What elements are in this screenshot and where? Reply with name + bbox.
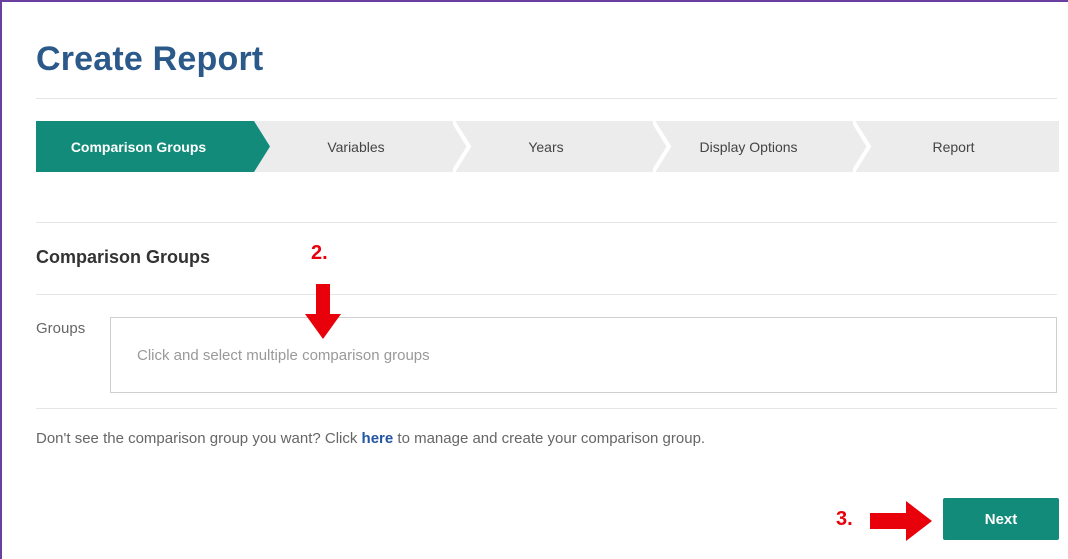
annotation-step-3-label: 3. [836, 508, 853, 530]
manage-groups-link[interactable]: here [362, 430, 394, 447]
help-text-prefix: Don't see the comparison group you want?… [36, 430, 362, 447]
stepper-divider [36, 222, 1057, 223]
report-stepper: Comparison Groups Variables Years Displa… [36, 121, 1059, 172]
groups-placeholder: Click and select multiple comparison gro… [137, 346, 430, 364]
step-variables[interactable]: Variables [256, 121, 456, 172]
annotation-step-2-label: 2. [311, 242, 328, 264]
groups-divider [36, 408, 1057, 409]
page-title: Create Report [36, 40, 264, 78]
step-years[interactable]: Years [456, 121, 636, 172]
next-button[interactable]: Next [943, 498, 1059, 540]
step-comparison-groups[interactable]: Comparison Groups [36, 121, 241, 172]
groups-label: Groups [36, 320, 86, 337]
down-arrow-icon [305, 284, 341, 339]
section-title: Comparison Groups [36, 247, 211, 267]
section-divider [36, 294, 1057, 295]
right-arrow-icon [870, 501, 932, 541]
help-text: Don't see the comparison group you want?… [36, 430, 705, 447]
title-divider [36, 98, 1057, 99]
help-text-suffix: to manage and create your comparison gro… [393, 430, 706, 447]
groups-select-input[interactable]: Click and select multiple comparison gro… [110, 317, 1057, 393]
window-frame [0, 0, 1068, 559]
step-report[interactable]: Report [866, 121, 1041, 172]
step-display-options[interactable]: Display Options [656, 121, 841, 172]
